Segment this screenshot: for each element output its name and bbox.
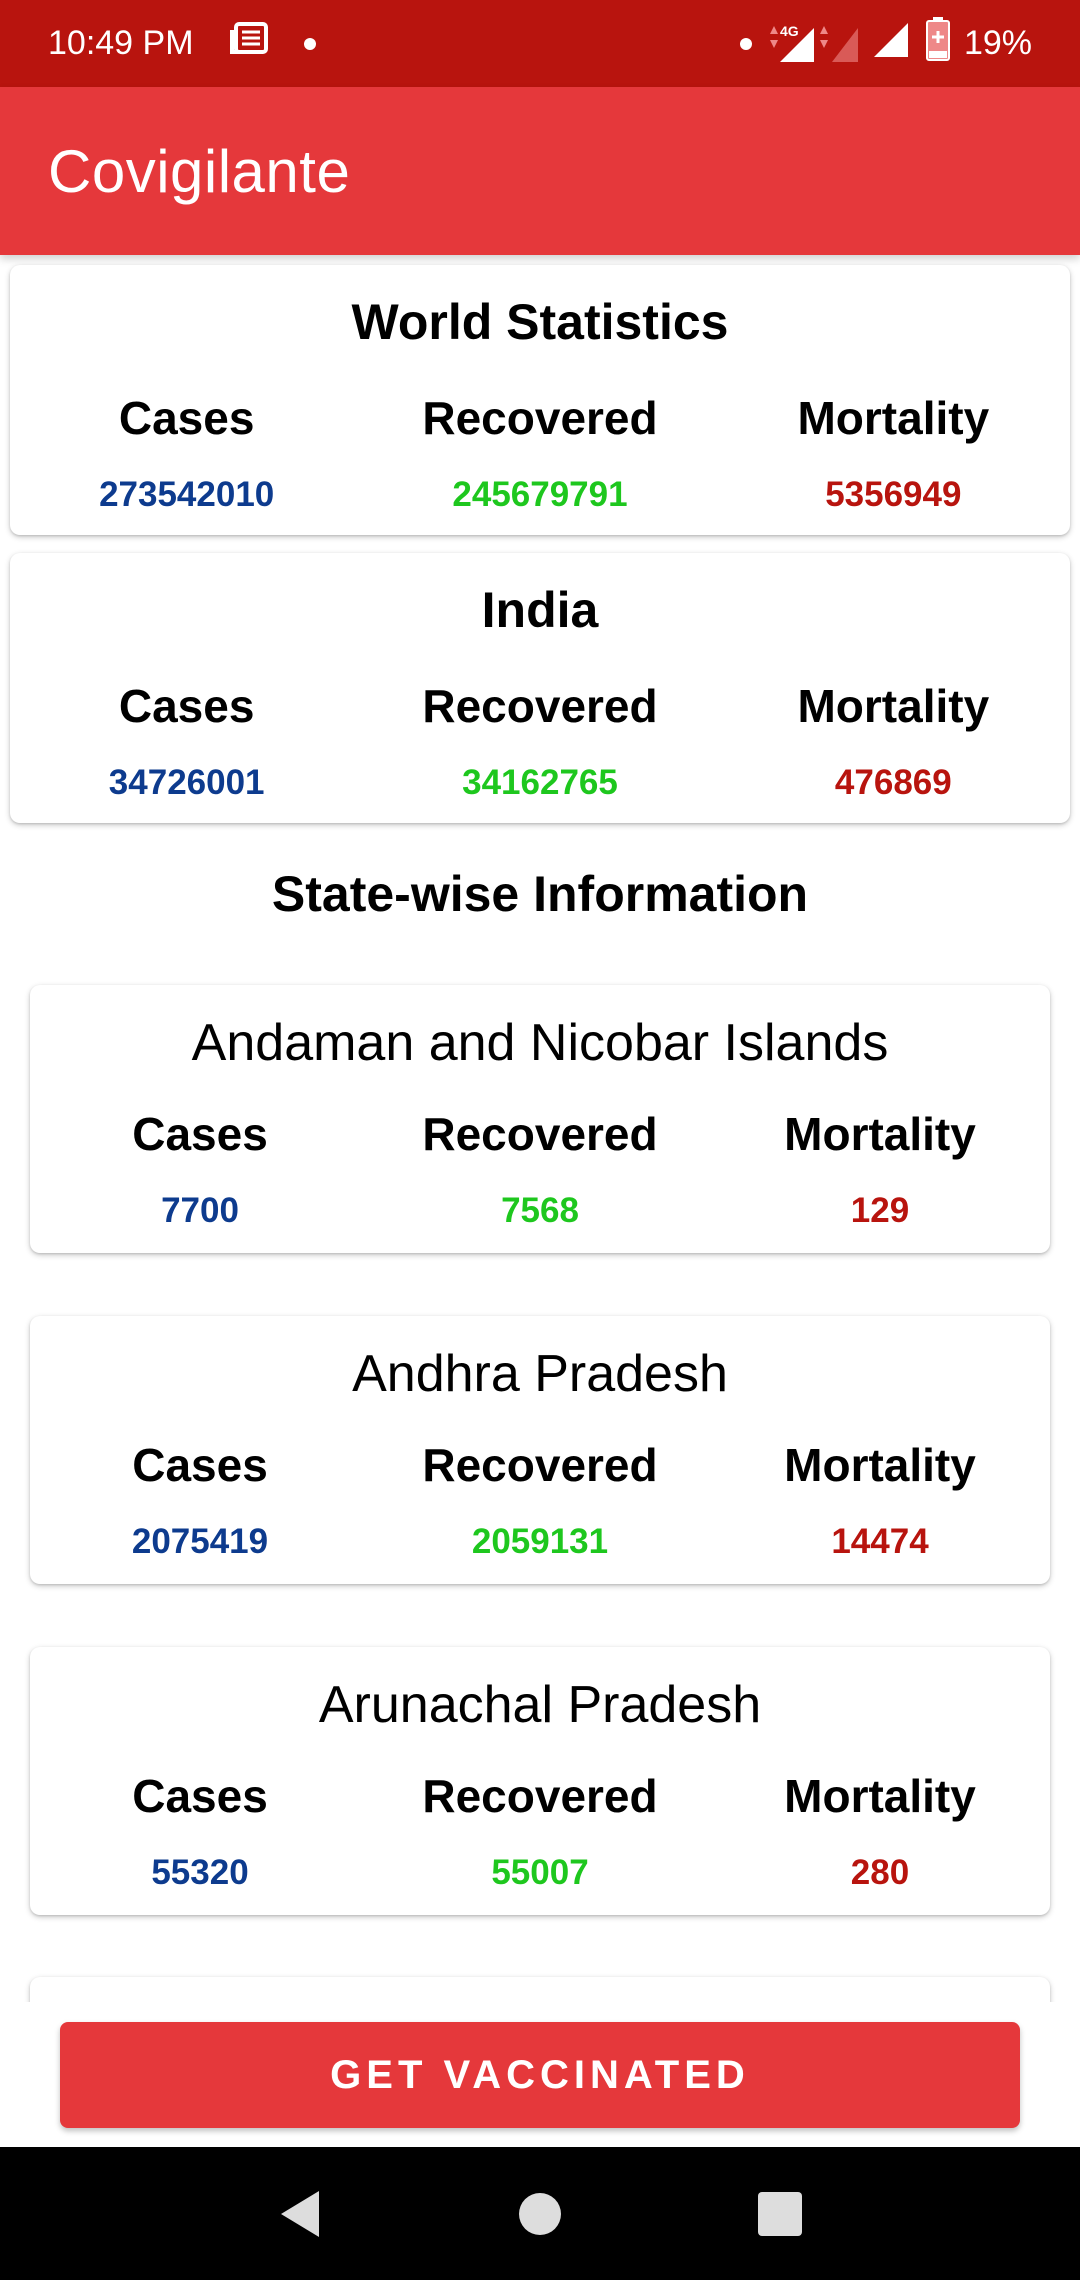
back-icon[interactable] xyxy=(265,2179,335,2249)
system-nav-bar xyxy=(0,2147,1080,2280)
app-bar: Covigilante xyxy=(0,87,1080,255)
state-cases-value: 7700 xyxy=(161,1191,239,1230)
notification-dot-icon xyxy=(303,37,316,50)
battery-percent: 19% xyxy=(963,24,1032,62)
state-cases-value: 2075419 xyxy=(131,1522,269,1561)
world-stats-title: World Statistics xyxy=(351,294,729,350)
content-scroll[interactable]: World Statistics Cases 273542010 Recover… xyxy=(0,255,1080,2002)
state-card[interactable]: Arunachal Pradesh Cases 55320 Recovered … xyxy=(30,1647,1050,1915)
state-mortality-value: 129 xyxy=(850,1191,910,1230)
notification-dot-icon xyxy=(739,37,752,50)
cases-label: Cases xyxy=(118,680,255,732)
india-stats-title: India xyxy=(481,582,599,638)
state-card[interactable]: Andaman and Nicobar Islands Cases 7700 R… xyxy=(30,985,1050,1253)
world-cases-value: 273542010 xyxy=(99,475,275,514)
cases-label: Cases xyxy=(132,1770,268,1822)
state-card[interactable] xyxy=(30,1977,1050,2002)
mortality-label: Mortality xyxy=(784,1439,976,1491)
news-icon xyxy=(229,22,268,65)
recovered-label: Recovered xyxy=(422,680,658,732)
app-title: Covigilante xyxy=(48,137,351,205)
mortality-label: Mortality xyxy=(784,1770,976,1822)
world-stats-card: World Statistics Cases 273542010 Recover… xyxy=(10,265,1070,535)
state-recovered-value: 55007 xyxy=(491,1853,589,1892)
battery-icon xyxy=(925,17,950,70)
mortality-label: Mortality xyxy=(797,680,990,732)
india-cases-value: 34726001 xyxy=(108,763,265,802)
mortality-label: Mortality xyxy=(784,1108,976,1160)
recents-icon[interactable] xyxy=(745,2179,815,2249)
india-mortality-value: 476869 xyxy=(834,763,952,802)
state-section-heading: State-wise Information xyxy=(271,866,809,922)
status-time: 10:49 PM xyxy=(48,24,194,62)
get-vaccinated-button[interactable]: GET VACCINATED xyxy=(60,2022,1020,2128)
state-card[interactable]: Andhra Pradesh Cases 2075419 Recovered 2… xyxy=(30,1316,1050,1584)
state-mortality-value: 14474 xyxy=(831,1522,929,1561)
state-mortality-value: 280 xyxy=(850,1853,910,1892)
status-bar: 10:49 PM 4G 19% xyxy=(0,0,1080,87)
home-icon[interactable] xyxy=(505,2179,575,2249)
signal-4g-icon: 4G xyxy=(766,22,858,66)
cases-label: Cases xyxy=(132,1439,268,1491)
mortality-label: Mortality xyxy=(797,392,990,444)
india-stats-card: India Cases 34726001 Recovered 34162765 … xyxy=(10,553,1070,823)
world-recovered-value: 245679791 xyxy=(452,475,628,514)
state-name: Andaman and Nicobar Islands xyxy=(191,1014,889,1072)
state-name: Arunachal Pradesh xyxy=(318,1676,762,1734)
state-recovered-value: 7568 xyxy=(501,1191,579,1230)
state-recovered-value: 2059131 xyxy=(471,1522,609,1561)
bottom-action-area: GET VACCINATED xyxy=(0,2002,1080,2147)
signal-icon xyxy=(872,19,912,68)
recovered-label: Recovered xyxy=(422,1108,658,1160)
recovered-label: Recovered xyxy=(422,1439,658,1491)
state-cases-value: 55320 xyxy=(151,1853,249,1892)
cases-label: Cases xyxy=(132,1108,268,1160)
recovered-label: Recovered xyxy=(422,1770,658,1822)
recovered-label: Recovered xyxy=(422,392,658,444)
india-recovered-value: 34162765 xyxy=(462,763,618,802)
network-label: 4G xyxy=(780,23,799,39)
world-mortality-value: 5356949 xyxy=(825,475,962,514)
state-name: Andhra Pradesh xyxy=(352,1345,728,1403)
cases-label: Cases xyxy=(118,392,255,444)
